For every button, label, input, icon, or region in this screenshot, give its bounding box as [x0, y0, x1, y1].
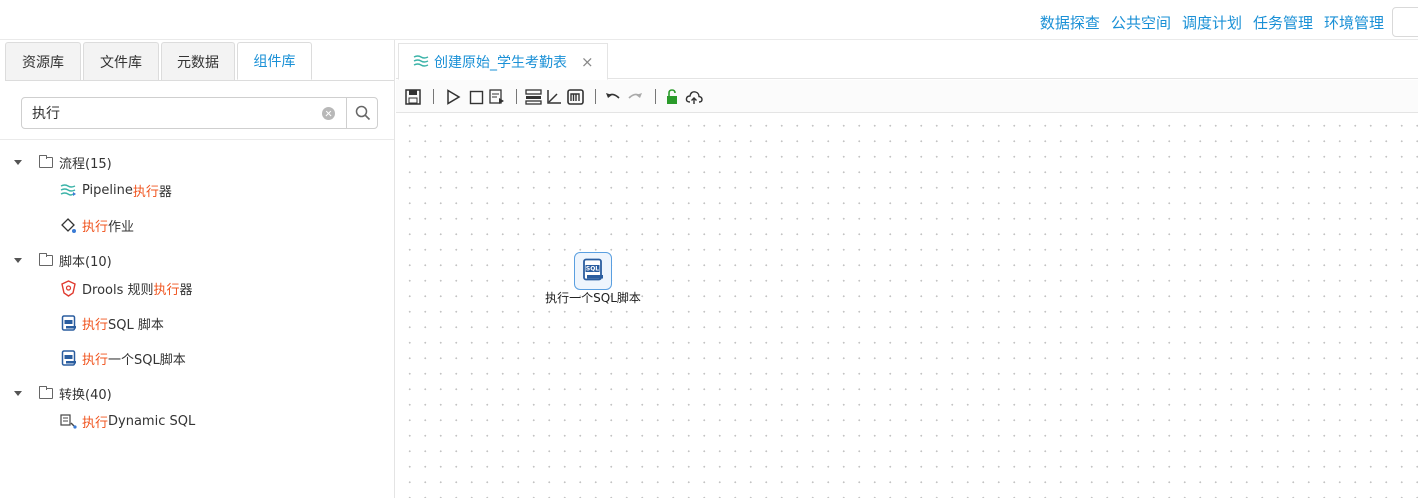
sql-script-icon [60, 350, 77, 367]
sql-script-icon: SQL [583, 258, 603, 281]
folder-icon [39, 253, 53, 266]
item-highlight: 执行 [153, 283, 180, 298]
item-highlight: 执行 [82, 416, 109, 431]
nav-data-explore[interactable]: 数据探查 [1040, 12, 1100, 33]
editor-tab-title: 创建原始_学生考勤表 [434, 54, 567, 71]
caret-down-icon[interactable] [14, 391, 22, 396]
tab-resource-library[interactable]: 资源库 [5, 42, 81, 80]
search-input[interactable] [22, 98, 322, 128]
top-nav: 数据探查 公共空间 调度计划 任务管理 环境管理 [1040, 12, 1384, 33]
search-button[interactable] [346, 98, 378, 128]
item-text: Dynamic SQL [108, 414, 196, 429]
node-icon-text: SQL [586, 266, 599, 273]
search-box [21, 97, 378, 129]
item-highlight: 执行 [132, 185, 159, 200]
toolbar-separator [516, 89, 517, 104]
canvas-node-label: 执行一个SQL脚本 [545, 291, 641, 305]
save-icon[interactable] [404, 88, 422, 106]
item-text: 器 [179, 283, 193, 298]
nav-env-management[interactable]: 环境管理 [1324, 12, 1384, 33]
canvas-node-sql-script[interactable]: SQL [574, 252, 612, 290]
stop-icon[interactable] [467, 88, 485, 106]
memory-icon[interactable] [566, 88, 584, 106]
tree-item-drools-executor[interactable]: Drools 规则 执行 器 [60, 279, 193, 298]
tree-item-execute-job[interactable]: 执行 作业 [60, 216, 134, 235]
sql-script-icon [60, 315, 77, 332]
tree-item-execute-one-sql-script[interactable]: 执行 一个SQL脚本 [60, 349, 186, 368]
item-text: Drools 规则 [82, 283, 154, 298]
tab-component-library[interactable]: 组件库 [237, 42, 312, 80]
caret-down-icon[interactable] [14, 258, 22, 263]
tree-group-flow[interactable]: 流程(15) [14, 153, 112, 172]
pipeline-icon [413, 55, 429, 67]
nav-task-management[interactable]: 任务管理 [1253, 12, 1313, 33]
toolbar-separator [433, 89, 434, 104]
toolbar-separator [595, 89, 596, 104]
run-icon[interactable] [444, 88, 462, 106]
tree-group-script[interactable]: 脚本(10) [14, 251, 112, 270]
flow-canvas[interactable] [396, 114, 1418, 498]
editor-tab-active[interactable]: 创建原始_学生考勤表 × [398, 43, 608, 80]
editor-toolbar [396, 80, 1418, 113]
item-text: 作业 [108, 220, 135, 235]
item-highlight: 执行 [82, 220, 109, 235]
item-highlight: 执行 [82, 353, 109, 368]
tree-group-transform[interactable]: 转换(40) [14, 384, 112, 403]
left-tabs: 资源库 文件库 元数据 组件库 [5, 42, 314, 80]
dynamic-sql-icon [60, 413, 77, 430]
folder-icon [39, 386, 53, 399]
debug-icon[interactable] [488, 88, 506, 106]
tab-file-library[interactable]: 文件库 [83, 42, 159, 80]
caret-down-icon[interactable] [14, 160, 22, 165]
nav-public-space[interactable]: 公共空间 [1111, 12, 1171, 33]
tabs-divider [5, 80, 394, 81]
upload-cloud-icon[interactable] [685, 88, 703, 106]
tree-item-pipeline-executor[interactable]: Pipeline 执行 器 [60, 181, 172, 200]
job-icon [60, 217, 77, 234]
top-bar: 数据探查 公共空间 调度计划 任务管理 环境管理 [0, 0, 1418, 40]
item-text: SQL 脚本 [108, 318, 164, 333]
item-text: Pipeline [82, 183, 133, 198]
tree-item-execute-sql-script[interactable]: 执行 SQL 脚本 [60, 314, 164, 333]
tree-group-label: 流程(15) [59, 157, 112, 172]
item-text: 器 [158, 185, 172, 200]
layout-icon[interactable] [524, 88, 542, 106]
undo-icon[interactable] [604, 88, 622, 106]
item-highlight: 执行 [82, 318, 109, 333]
toolbar-separator [655, 89, 656, 104]
nav-schedule-plan[interactable]: 调度计划 [1182, 12, 1242, 33]
tree-group-label: 转换(40) [59, 388, 112, 403]
search-divider [0, 139, 394, 140]
unlock-icon[interactable] [663, 88, 681, 106]
tree-item-dynamic-sql[interactable]: 执行 Dynamic SQL [60, 412, 195, 431]
tree-group-label: 脚本(10) [59, 255, 112, 270]
close-icon[interactable]: × [581, 53, 594, 71]
item-text: 一个SQL脚本 [108, 353, 186, 368]
top-right-button[interactable] [1392, 7, 1418, 37]
redo-icon[interactable] [626, 88, 644, 106]
editor-tabs: 创建原始_学生考勤表 × [396, 41, 1418, 80]
chart-icon[interactable] [545, 88, 563, 106]
search-icon [355, 105, 371, 121]
drools-icon [60, 280, 77, 297]
clear-icon[interactable] [322, 107, 335, 120]
folder-icon [39, 155, 53, 168]
tab-metadata[interactable]: 元数据 [161, 42, 235, 80]
pipeline-icon [60, 183, 77, 199]
